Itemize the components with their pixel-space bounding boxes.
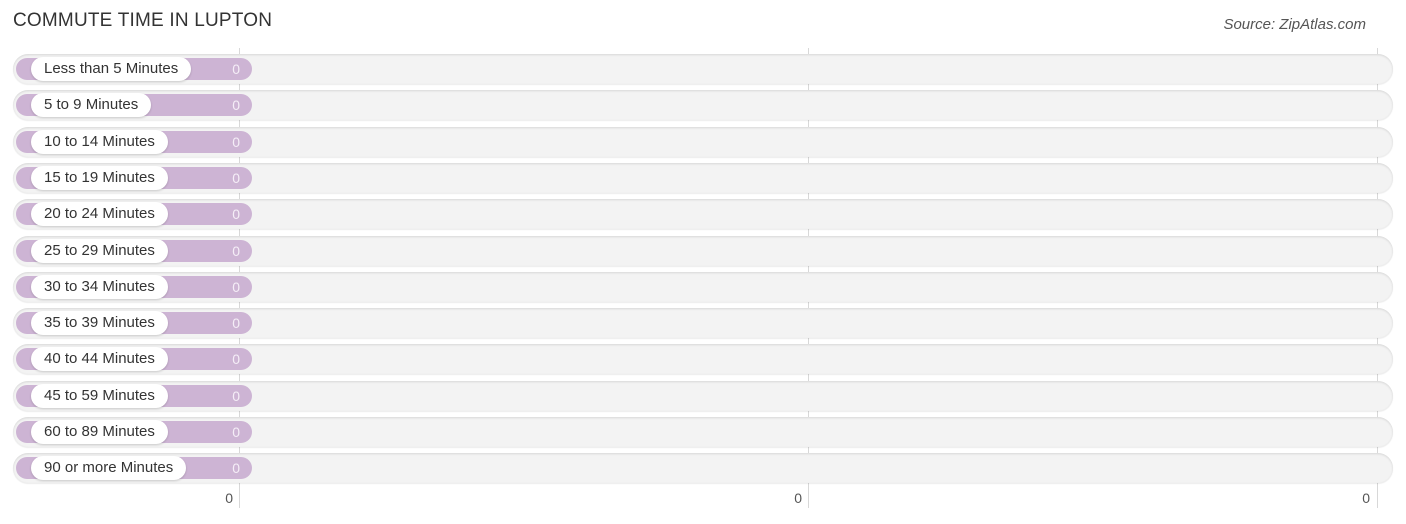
value-label: 0	[232, 351, 240, 368]
bar-row: 30 to 34 Minutes 0	[13, 271, 1393, 302]
bar-row: 20 to 24 Minutes 0	[13, 199, 1393, 230]
bar-row: 10 to 14 Minutes 0	[13, 126, 1393, 157]
x-tick-label: 0	[1362, 490, 1370, 506]
bar-row: 35 to 39 Minutes 0	[13, 308, 1393, 339]
bar-row: 40 to 44 Minutes 0	[13, 344, 1393, 375]
value-label: 0	[232, 460, 240, 477]
category-label: 25 to 29 Minutes	[31, 238, 168, 263]
category-label: 10 to 14 Minutes	[31, 129, 168, 154]
bar-row: 60 to 89 Minutes 0	[13, 417, 1393, 447]
category-label: 15 to 19 Minutes	[31, 165, 168, 190]
bar-row: Less than 5 Minutes 0	[13, 54, 1393, 84]
source-label: Source: ZipAtlas.com	[1223, 16, 1366, 33]
value-label: 0	[232, 315, 240, 332]
value-label: 0	[232, 133, 240, 150]
value-label: 0	[232, 169, 240, 186]
value-label: 0	[232, 61, 240, 77]
chart-title: COMMUTE TIME IN LUPTON	[13, 10, 273, 31]
value-label: 0	[232, 424, 240, 440]
category-label: 40 to 44 Minutes	[31, 347, 168, 372]
category-label: 30 to 34 Minutes	[31, 274, 168, 299]
bar-row: 5 to 9 Minutes 0	[13, 90, 1393, 121]
value-label: 0	[232, 206, 240, 223]
value-label: 0	[232, 242, 240, 259]
x-tick-label: 0	[225, 490, 233, 506]
category-label: 90 or more Minutes	[31, 456, 187, 481]
category-label: 45 to 59 Minutes	[31, 383, 168, 408]
bar-row: 25 to 29 Minutes 0	[13, 235, 1393, 266]
value-label: 0	[232, 278, 240, 295]
value-label: 0	[232, 97, 240, 114]
bar-row: 90 or more Minutes 0	[13, 453, 1393, 484]
bar-row: 45 to 59 Minutes 0	[13, 380, 1393, 411]
value-label: 0	[232, 387, 240, 404]
category-label: Less than 5 Minutes	[31, 57, 192, 81]
x-tick-label: 0	[794, 490, 802, 506]
bar-row: 15 to 19 Minutes 0	[13, 162, 1393, 193]
category-label: 5 to 9 Minutes	[31, 93, 152, 118]
category-label: 20 to 24 Minutes	[31, 202, 168, 227]
category-label: 35 to 39 Minutes	[31, 311, 168, 336]
category-label: 60 to 89 Minutes	[31, 420, 168, 444]
